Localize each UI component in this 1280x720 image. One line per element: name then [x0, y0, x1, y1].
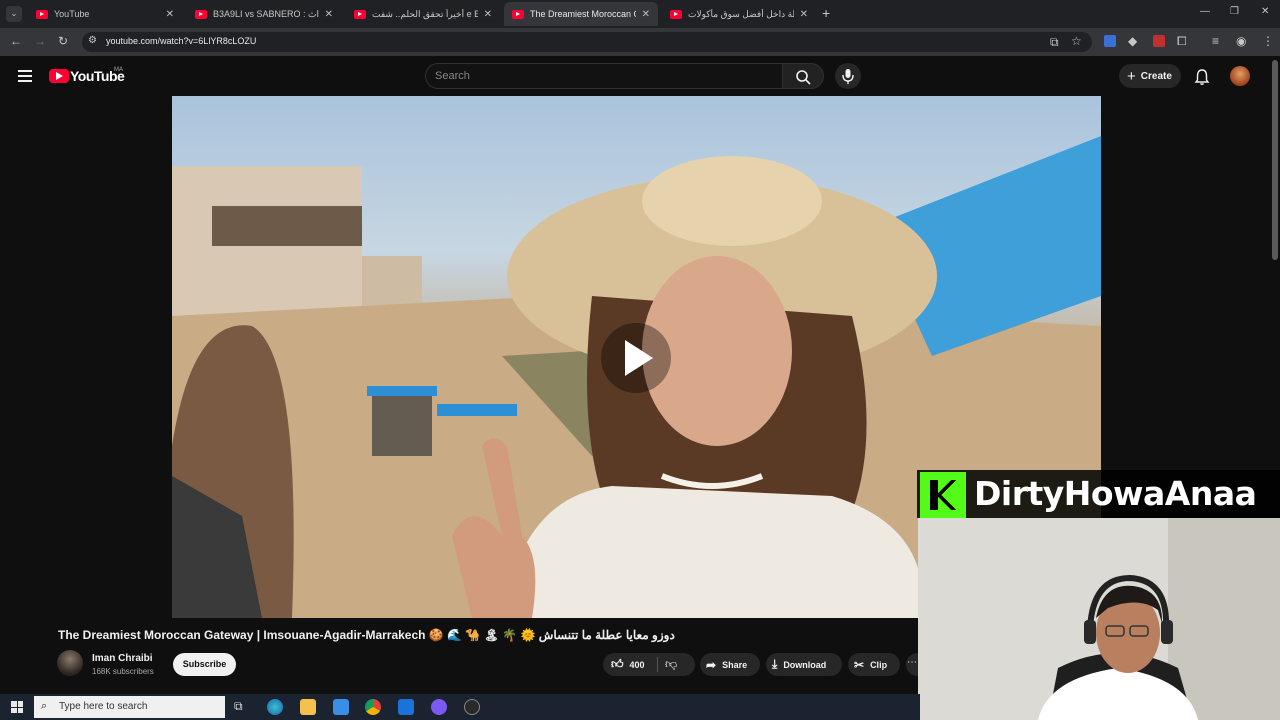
file-explorer-icon[interactable]	[300, 699, 316, 715]
play-button[interactable]	[601, 323, 671, 393]
close-tab-icon[interactable]: ✕	[484, 9, 492, 20]
forward-arrow-icon[interactable]: →	[34, 34, 46, 48]
reload-icon[interactable]: ↻	[58, 34, 68, 48]
menu-icon[interactable]	[18, 70, 32, 85]
tab-food-market[interactable]: جولة داخل أفضل سوق مأكولات ✕	[662, 2, 816, 26]
windows-start-icon[interactable]	[11, 701, 23, 713]
youtube-favicon-icon	[195, 9, 207, 19]
youtube-favicon-icon	[36, 9, 48, 19]
tab-title: The Dreamiest Moroccan G	[530, 9, 636, 19]
tab-eilish[interactable]: أخيراً تحقق الحلم.. شفت e Eilish ✕	[346, 2, 500, 26]
close-tab-icon[interactable]: ✕	[325, 9, 333, 20]
account-avatar[interactable]	[1230, 66, 1250, 86]
store-icon[interactable]	[333, 699, 349, 715]
subscriber-count: 168K subscribers	[92, 667, 154, 676]
obs-icon[interactable]	[464, 699, 480, 715]
restore-button[interactable]: ❐	[1230, 6, 1239, 17]
outlook-icon[interactable]	[398, 699, 414, 715]
translate-extension-icon[interactable]	[1104, 35, 1116, 47]
kick-logo-icon	[920, 472, 966, 518]
back-arrow-icon[interactable]: ←	[10, 34, 22, 48]
new-tab-button[interactable]: +	[822, 5, 830, 21]
share-label: Share	[722, 659, 748, 670]
reading-list-icon[interactable]: ≡	[1212, 34, 1219, 48]
webcam-feed	[918, 518, 1280, 720]
chrome-icon[interactable]	[365, 699, 381, 715]
subscribe-button[interactable]: Subscribe	[173, 653, 236, 676]
install-app-icon[interactable]: ⧉	[1050, 35, 1059, 50]
minimize-button[interactable]: —	[1200, 6, 1210, 17]
like-button[interactable]: 👍︎ 400	[603, 653, 695, 676]
download-icon: ⤓	[772, 657, 778, 671]
url-text[interactable]: youtube.com/watch?v=6LlYR8cLOZU	[106, 36, 256, 46]
search-icon: ⌕	[41, 700, 48, 712]
search-button[interactable]	[782, 63, 824, 89]
scissors-icon: ✂	[854, 657, 865, 672]
create-label: Create	[1140, 70, 1172, 82]
notifications-bell-icon[interactable]	[1194, 68, 1210, 91]
create-button[interactable]: + Create	[1119, 64, 1181, 88]
thumbs-down-icon[interactable]: 👎︎	[665, 657, 677, 672]
profile-icon[interactable]: ◉	[1236, 34, 1246, 48]
download-button[interactable]: ⤓ Download	[766, 653, 842, 676]
close-tab-icon[interactable]: ✕	[642, 9, 650, 20]
tab-title: YouTube	[54, 9, 90, 19]
streamer-name: DirtyHowaAnaa	[974, 474, 1257, 513]
close-tab-icon[interactable]: ✕	[166, 9, 174, 20]
more-actions-button[interactable]: ⋯	[906, 653, 918, 676]
edge-icon[interactable]	[267, 699, 283, 715]
tab-title: B3A9LI vs SABNERO : ع للأحداث	[213, 8, 319, 19]
webcam-image	[918, 518, 1280, 720]
tab-search-button[interactable]: ⌄	[6, 6, 22, 22]
task-view-icon[interactable]: ⧉	[234, 699, 250, 715]
close-window-button[interactable]: ✕	[1261, 6, 1269, 17]
tab-title: أخيراً تحقق الحلم.. شفت e Eilish	[372, 8, 478, 19]
clip-label: Clip	[870, 659, 888, 670]
page-scrollbar[interactable]	[1272, 60, 1278, 260]
youtube-favicon-icon	[512, 9, 524, 19]
country-code: MA	[114, 67, 123, 73]
share-button[interactable]: ➦ Share	[700, 653, 760, 676]
search-icon	[796, 70, 811, 85]
tab-dreamiest-moroccan[interactable]: The Dreamiest Moroccan G ✕	[504, 2, 658, 26]
channel-avatar[interactable]	[57, 650, 83, 676]
extension-red-icon[interactable]	[1153, 35, 1165, 47]
like-count: 400	[629, 659, 645, 670]
youtube-favicon-icon	[354, 9, 366, 19]
channel-name[interactable]: Iman Chraibi	[92, 653, 153, 664]
site-info-icon[interactable]: ⚙	[88, 35, 97, 46]
like-dislike-divider	[657, 657, 658, 672]
search-input[interactable]	[435, 63, 775, 89]
extensions-puzzle-icon[interactable]: ⧠	[1177, 34, 1187, 49]
microphone-icon	[842, 69, 854, 84]
messenger-icon[interactable]	[431, 699, 447, 715]
bookmark-star-icon[interactable]: ☆	[1071, 34, 1082, 48]
download-label: Download	[783, 659, 827, 670]
youtube-favicon-icon	[670, 9, 682, 19]
tab-b3a9li[interactable]: B3A9LI vs SABNERO : ع للأحداث ✕	[187, 2, 341, 26]
plus-icon: +	[1127, 67, 1136, 85]
tab-title: جولة داخل أفضل سوق مأكولات	[688, 8, 794, 19]
thumbs-up-icon: 👍︎	[611, 657, 624, 671]
taskbar-search-placeholder[interactable]: Type here to search	[59, 701, 147, 712]
tab-youtube-home[interactable]: YouTube ✕	[28, 2, 182, 26]
voice-search-button[interactable]	[835, 63, 861, 89]
extension-diamond-icon[interactable]: ◆	[1128, 34, 1137, 48]
youtube-logo-icon[interactable]	[49, 69, 69, 83]
share-arrow-icon: ➦	[706, 657, 717, 672]
close-tab-icon[interactable]: ✕	[800, 9, 808, 20]
browser-menu-icon[interactable]: ⋮	[1262, 34, 1274, 48]
video-title: The Dreamiest Moroccan Gateway | Imsouan…	[58, 628, 675, 642]
clip-button[interactable]: ✂ Clip	[848, 653, 900, 676]
